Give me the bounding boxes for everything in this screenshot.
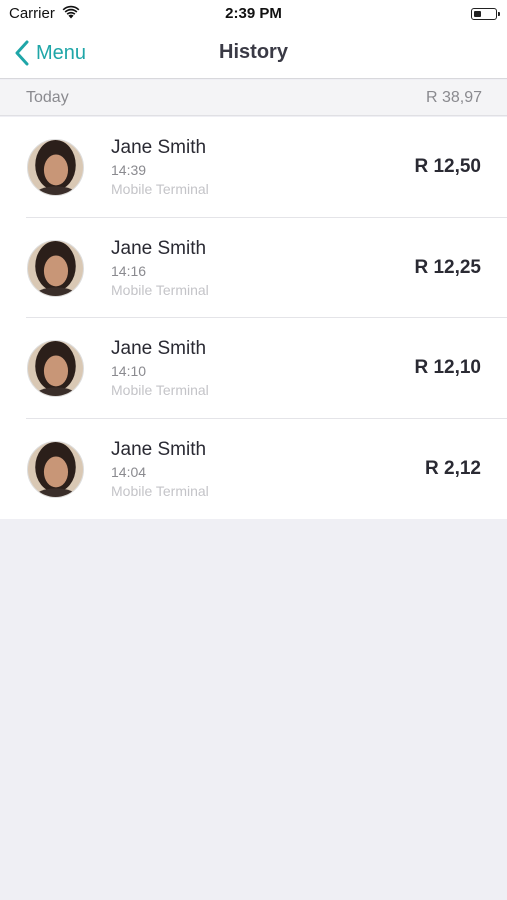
- transaction-name: Jane Smith: [111, 438, 207, 460]
- transaction-row[interactable]: Jane Smith 14:16 Mobile Terminal R 12,25: [0, 217, 507, 318]
- transaction-time: 14:10: [111, 363, 147, 379]
- transaction-amount: R 12,50: [414, 156, 481, 177]
- transaction-name: Jane Smith: [111, 137, 207, 158]
- status-time: 2:39 PM: [225, 5, 282, 22]
- transaction-row[interactable]: Jane Smith 14:39 Mobile Terminal R 12,50: [0, 117, 507, 218]
- avatar: [27, 139, 84, 196]
- transaction-amount: R 12,10: [414, 357, 481, 378]
- transaction-time: 14:04: [111, 463, 147, 480]
- transaction-terminal: Mobile Terminal: [111, 181, 209, 197]
- transaction-time: 14:39: [111, 162, 147, 178]
- section-total: R 38,97: [425, 89, 482, 106]
- battery-icon: [471, 8, 500, 20]
- transaction-terminal: Mobile Terminal: [111, 482, 209, 499]
- avatar: [27, 440, 84, 498]
- avatar: [27, 239, 84, 297]
- avatar: [27, 340, 84, 397]
- navigation-bar: Menu History: [0, 28, 507, 79]
- transaction-row[interactable]: Jane Smith 14:10 Mobile Terminal R 12,10: [0, 318, 507, 419]
- battery-fill: [473, 10, 481, 17]
- transaction-name: Jane Smith: [111, 237, 207, 259]
- status-bar: Carrier 2:39 PM: [0, 0, 507, 28]
- transaction-amount: R 12,25: [414, 256, 481, 278]
- section-header: Today R 38,97: [0, 80, 507, 116]
- transaction-amount: R 2,12: [425, 457, 481, 479]
- transaction-time: 14:16: [111, 262, 147, 279]
- transaction-terminal: Mobile Terminal: [111, 281, 209, 298]
- section-title: Today: [26, 89, 69, 106]
- transaction-row[interactable]: Jane Smith 14:04 Mobile Terminal R 2,12: [0, 418, 507, 519]
- transaction-terminal: Mobile Terminal: [111, 382, 209, 398]
- page-title: History: [219, 41, 288, 63]
- transaction-name: Jane Smith: [111, 338, 207, 359]
- transaction-list: Jane Smith 14:39 Mobile Terminal R 12,50…: [0, 117, 507, 519]
